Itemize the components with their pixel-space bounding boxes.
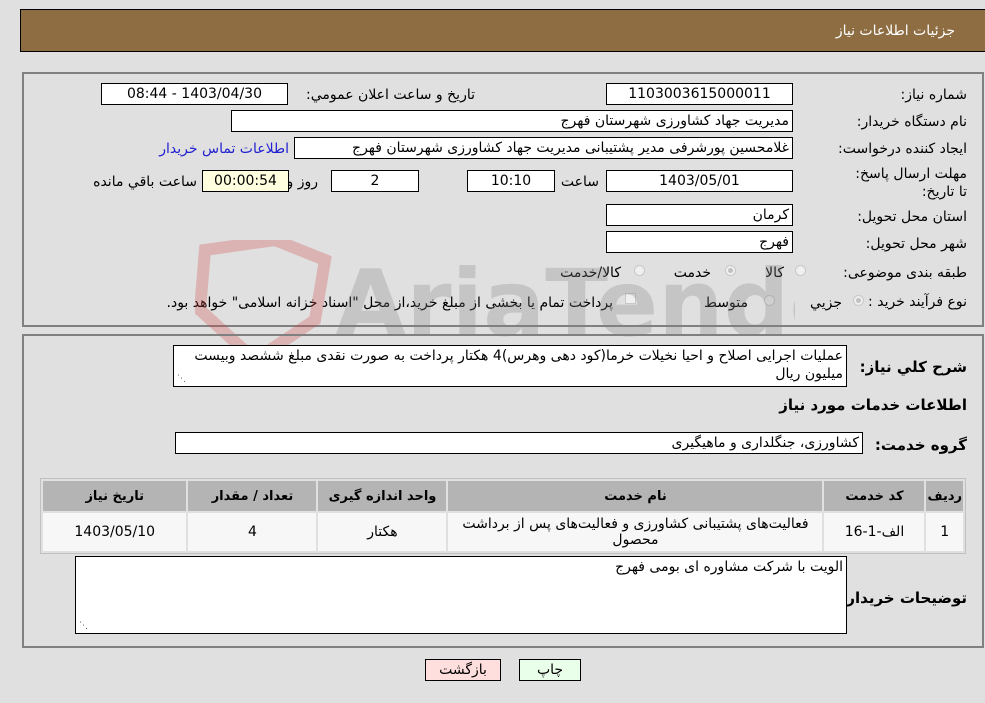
process-option-minor: جزيي <box>810 295 842 311</box>
treasury-checkbox[interactable] <box>625 293 636 304</box>
remaining-time-field[interactable]: 00:00:54 <box>202 170 289 192</box>
col-header-service-name: نام خدمت <box>448 481 823 511</box>
buyer-notes-label: توضیحات خریدار: <box>840 589 967 607</box>
col-header-service-code: کد خدمت <box>824 481 925 511</box>
province-label: استان محل تحویل: <box>857 209 967 225</box>
resize-grip-icon[interactable]: ⋰ <box>177 375 186 384</box>
announce-datetime-label: تاریخ و ساعت اعلان عمومي: <box>306 87 475 103</box>
deadline-date-field[interactable]: 1403/05/01 <box>606 170 793 192</box>
announce-datetime-field[interactable]: 1403/04/30 - 08:44 <box>101 83 288 105</box>
services-table: ردیف کد خدمت نام خدمت واحد اندازه گیری ت… <box>40 478 966 554</box>
treasury-checkbox-label: پرداخت تمام یا بخشی از مبلغ خرید،از محل … <box>166 295 613 311</box>
back-button[interactable]: بازگشت <box>425 659 501 681</box>
description-text: عملیات اجرایی اصلاح و احیا نخیلات خرما(ک… <box>194 348 843 382</box>
buyer-notes-text: الویت با شرکت مشاوره ای بومی فهرج <box>615 559 843 575</box>
cell-unit: هکتار <box>318 513 447 551</box>
cell-quantity: 4 <box>188 513 317 551</box>
buyer-notes-field[interactable]: الویت با شرکت مشاوره ای بومی فهرج ⋰ <box>75 556 847 634</box>
deadline-time-field[interactable]: 10:10 <box>467 170 555 192</box>
col-header-need-date: تاریخ نیاز <box>43 481 187 511</box>
need-number-field[interactable]: 1103003615000011 <box>606 83 793 105</box>
purchase-process-label: نوع فرآیند خرید : <box>868 294 967 310</box>
process-option-medium: متوسط <box>704 295 748 311</box>
process-radio-minor[interactable] <box>853 295 864 306</box>
buyer-org-label: نام دستگاه خریدار: <box>856 114 967 130</box>
service-group-label: گروه خدمت: <box>874 436 967 454</box>
table-row: 1 الف-1-16 فعالیت‌های پشتیبانی کشاورزی و… <box>43 513 963 551</box>
page-title: جزئيات اطلاعات نیاز <box>835 23 955 39</box>
page-header: جزئيات اطلاعات نیاز <box>20 9 985 52</box>
category-radio-service[interactable] <box>725 265 736 276</box>
category-option-goods-service: کالا/خدمت <box>560 265 621 281</box>
deadline-label: مهلت ارسال پاسخ: تا تاریخ: <box>855 166 967 200</box>
table-header-row: ردیف کد خدمت نام خدمت واحد اندازه گیری ت… <box>43 481 963 511</box>
col-header-row-no: ردیف <box>926 481 963 511</box>
print-button[interactable]: چاپ <box>519 659 581 681</box>
need-number-label: شماره نیاز: <box>900 87 968 103</box>
category-option-goods: کالا <box>765 265 784 281</box>
category-label: طبقه بندی موضوعی: <box>843 265 967 281</box>
cell-need-date: 1403/05/10 <box>43 513 187 551</box>
province-field[interactable]: کرمان <box>606 204 793 226</box>
col-header-unit: واحد اندازه گیری <box>318 481 447 511</box>
col-header-quantity: تعداد / مقدار <box>188 481 317 511</box>
deadline-time-label: ساعت <box>560 174 599 190</box>
city-label: شهر محل تحویل: <box>865 236 967 252</box>
category-option-service: خدمت <box>673 265 711 281</box>
city-field[interactable]: فهرج <box>606 231 793 253</box>
services-title: اطلاعات خدمات مورد نیاز <box>779 396 967 414</box>
cell-service-code: الف-1-16 <box>824 513 925 551</box>
cell-row-no: 1 <box>926 513 963 551</box>
process-radio-medium[interactable] <box>764 295 775 306</box>
requester-field[interactable]: غلامحسین پورشرفی مدیر پشتیبانی مدیریت جه… <box>294 137 793 159</box>
cell-service-name: فعالیت‌های پشتیبانی کشاورزی و فعالیت‌های… <box>448 513 823 551</box>
description-label: شرح کلي نیاز: <box>859 358 967 376</box>
description-field[interactable]: عملیات اجرایی اصلاح و احیا نخیلات خرما(ک… <box>173 345 847 387</box>
resize-grip-icon[interactable]: ⋰ <box>79 622 88 631</box>
category-radio-goods[interactable] <box>795 265 806 276</box>
buyer-contact-link[interactable]: اطلاعات تماس خریدار <box>159 141 289 157</box>
service-group-field[interactable]: کشاورزی، جنگلداری و ماهیگیری <box>175 432 863 454</box>
category-radio-goods-service[interactable] <box>634 265 645 276</box>
deadline-days-field[interactable]: 2 <box>331 170 419 192</box>
buyer-org-field[interactable]: مدیریت جهاد کشاورزی شهرستان فهرج <box>231 110 793 132</box>
remaining-time-label: ساعت باقي مانده <box>93 174 197 190</box>
days-label: روز و <box>286 174 319 190</box>
requester-label: ایجاد کننده درخواست: <box>838 141 967 157</box>
